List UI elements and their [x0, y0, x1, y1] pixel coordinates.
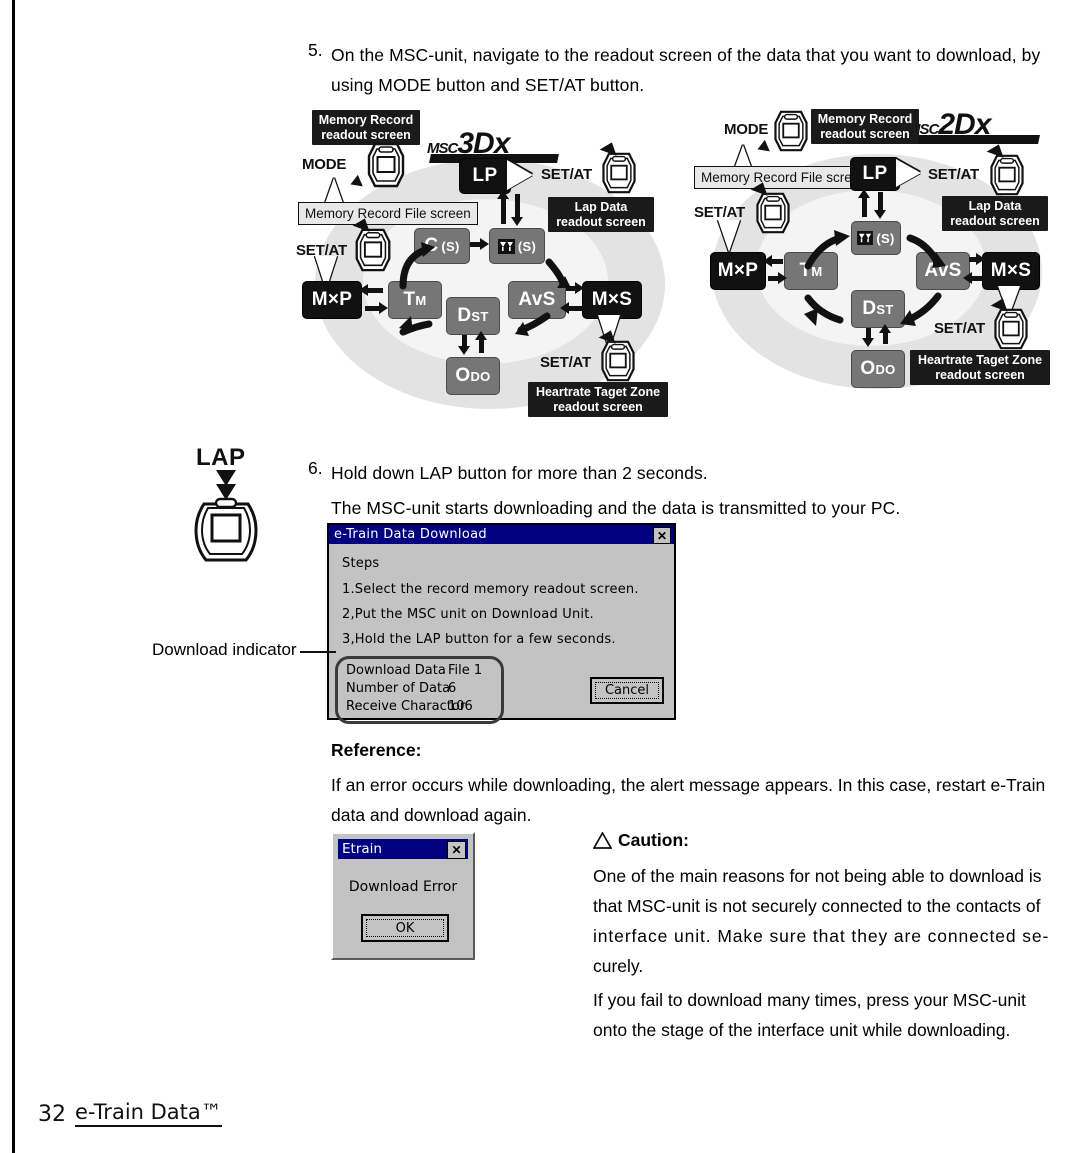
- watch-icon-setat-top-right: [990, 154, 1024, 196]
- cycle-arrows-left: [399, 242, 571, 336]
- ok-button[interactable]: OK: [361, 914, 449, 942]
- lap-button-label: LAP: [196, 444, 246, 471]
- indicator-value-2: 6: [448, 681, 457, 696]
- download-dialog[interactable]: e-Train Data Download ✕ Steps 1.Select t…: [327, 523, 676, 724]
- page-footer: 32 e-Train Data™: [38, 1100, 222, 1127]
- download-dialog-title: e-Train Data Download: [334, 527, 487, 542]
- node-odo-left: O DO: [446, 357, 500, 395]
- label-setat-bottom-right: SET/AT: [934, 320, 986, 337]
- caution-para2-line2: onto the stage of the interface unit whi…: [593, 1020, 1011, 1040]
- lap-watch-icon: [194, 470, 258, 562]
- step-6-number: 6.: [308, 458, 323, 478]
- reference-line2: data and download again.: [331, 805, 532, 825]
- white-arrow-lp-left: [507, 160, 533, 190]
- watch-icon-setat-bottom-left: [601, 340, 635, 382]
- node-lp-right: LP: [850, 157, 900, 191]
- step-5-line2: using MODE button and SET/AT button.: [331, 75, 645, 95]
- watch-icon-setat-top-left: [602, 152, 636, 194]
- callout-line-2: readout screen: [935, 367, 1025, 382]
- download-dialog-body: Steps 1.Select the record memory readout…: [329, 544, 674, 724]
- watch-icon-setat-bottom-right: [994, 308, 1028, 350]
- callout-memory-record-readout-right: Memory Record readout screen: [811, 109, 919, 144]
- caution-heading: Caution:: [618, 830, 689, 850]
- caution-para1-line3: interface unit. Make sure that they are …: [593, 926, 1050, 946]
- close-icon[interactable]: ✕: [447, 841, 466, 859]
- caution-para2-line1: If you fail to download many times, pres…: [593, 990, 1026, 1010]
- caution-para1-line2: that MSC-unit is not securely connected …: [593, 896, 1041, 916]
- arrowhead-dst-to-odo-right: [862, 338, 874, 347]
- watch-icon-mode-left: [367, 142, 405, 188]
- label-setat-top-left: SET/AT: [541, 166, 593, 183]
- caution-para1-line1: One of the main reasons for not being ab…: [593, 866, 1042, 886]
- callout-line-1: Memory Record: [817, 112, 913, 126]
- page-left-rule: [12, 0, 15, 1153]
- step-6-line2: The MSC-unit starts downloading and the …: [331, 498, 901, 518]
- step-5-line1: On the MSC-unit, navigate to the readout…: [331, 45, 1041, 65]
- close-icon[interactable]: ✕: [653, 527, 671, 544]
- reference-line1: If an error occurs while downloading, th…: [331, 775, 1046, 795]
- callout-line-2: readout screen: [820, 126, 910, 141]
- ok-button-label: OK: [366, 919, 444, 937]
- white-arrow-lp-right: [896, 159, 921, 187]
- error-dialog-title: Etrain: [342, 841, 382, 857]
- indicator-value-3: 106: [448, 699, 473, 714]
- callout-line-1: Memory Record: [318, 113, 414, 127]
- cancel-button-label: Cancel: [595, 682, 659, 699]
- error-dialog-titlebar[interactable]: Etrain ✕: [338, 839, 468, 859]
- node-odo-right: O DO: [851, 350, 905, 388]
- label-mode-left: MODE: [302, 156, 347, 173]
- footer-brand: e-Train Data™: [75, 1100, 222, 1127]
- steps-item-2: 2,Put the MSC unit on Download Unit.: [342, 607, 594, 622]
- arrowhead-odo-to-dst-left: [475, 331, 487, 340]
- label-mode-right: MODE: [724, 121, 769, 138]
- caution-para1-line4: curely.: [593, 956, 644, 976]
- arrowhead-dst-to-odo-left: [458, 346, 470, 355]
- indicator-label-1: Download Data: [346, 663, 446, 678]
- step-5-number: 5.: [308, 40, 323, 60]
- callout-line-1: Heartrate Taget Zone: [535, 385, 661, 399]
- warning-triangle-icon: [593, 832, 612, 849]
- label-setat-bottom-left: SET/AT: [540, 354, 592, 371]
- msc2dx-logo-bar: [910, 135, 1040, 144]
- node-lp-left: LP: [459, 158, 511, 194]
- steps-item-1: 1.Select the record memory readout scree…: [342, 582, 639, 597]
- label-setat-top-right: SET/AT: [928, 166, 980, 183]
- steps-heading: Steps: [342, 556, 380, 571]
- diagram-msc2dx: MSC2Dx MODE Memory Record readout screen…: [694, 104, 1064, 404]
- callout-heartrate-right: Heartrate Taget Zone readout screen: [910, 350, 1050, 385]
- download-dialog-titlebar[interactable]: e-Train Data Download ✕: [329, 525, 674, 544]
- page-number: 32: [38, 1102, 66, 1127]
- callout-heartrate-left: Heartrate Taget Zone readout screen: [528, 382, 668, 417]
- error-dialog-message: Download Error: [348, 879, 458, 895]
- cancel-button[interactable]: Cancel: [590, 677, 664, 704]
- arrowhead-hr-to-lp-right: [858, 189, 870, 198]
- reference-heading: Reference:: [331, 740, 422, 760]
- manual-page: 5. On the MSC-unit, navigate to the read…: [0, 0, 1080, 1153]
- callout-line-2: readout screen: [553, 399, 643, 414]
- download-indicator-panel: Download Data File 1 Number of Data 6 Re…: [335, 656, 504, 724]
- step-6-line1: Hold down LAP button for more than 2 sec…: [331, 463, 708, 483]
- arrowhead-hr-to-lp-left: [497, 190, 509, 199]
- indicator-value-1: File 1: [448, 663, 483, 678]
- error-dialog[interactable]: Etrain ✕ Download Error OK: [331, 832, 475, 960]
- filebox-memory-record-right: Memory Record File screen: [694, 166, 874, 189]
- diagram-msc3dx: MSC3Dx Memory Record readout screen MODE…: [295, 104, 685, 424]
- watch-icon-mode-right: [774, 110, 808, 152]
- callout-line-1: Heartrate Taget Zone: [917, 353, 1043, 367]
- callout-line-1: Lap Data: [968, 199, 1022, 213]
- download-indicator-label: Download indicator: [152, 640, 297, 659]
- indicator-label-2: Number of Data: [346, 681, 451, 696]
- arrowhead-odo-to-dst-right: [879, 324, 891, 333]
- download-indicator-leader-line: [300, 651, 336, 653]
- callout-line-1: Lap Data: [574, 200, 628, 214]
- caution-heading-row: Caution:: [593, 830, 689, 851]
- steps-item-3: 3,Hold the LAP button for a few seconds.: [342, 632, 616, 647]
